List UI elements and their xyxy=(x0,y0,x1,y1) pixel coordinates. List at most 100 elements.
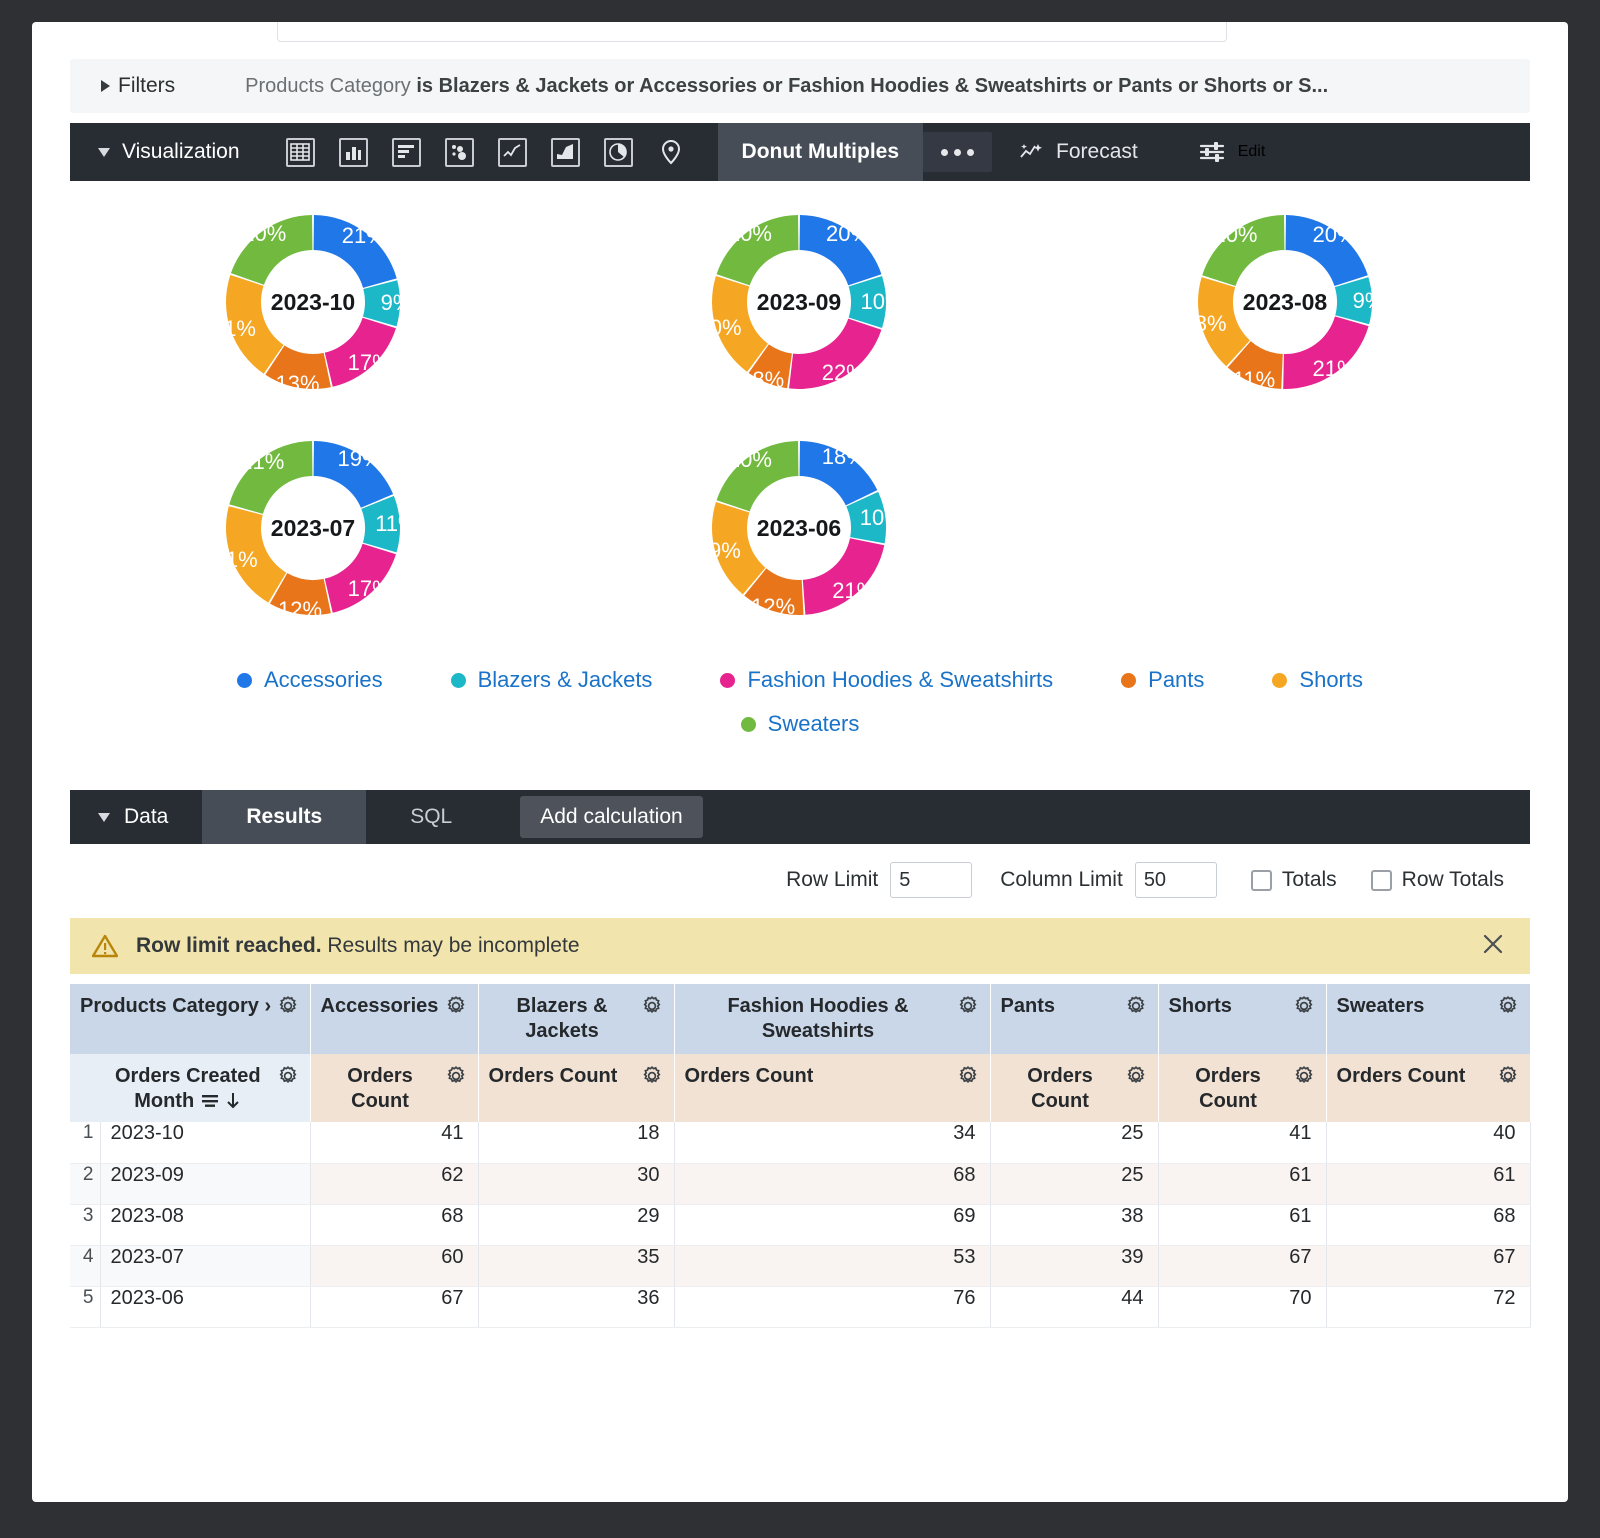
group-header-fashion-hoodies[interactable]: Fashion Hoodies & Sweatshirts xyxy=(674,984,990,1054)
measure-header-sweaters[interactable]: Orders Count xyxy=(1326,1054,1530,1122)
donut-slice-blazers-jackets[interactable] xyxy=(849,276,886,328)
dimension-measure-header[interactable]: Orders Created Month xyxy=(70,1054,310,1122)
donut-slice-fashion-hoodies-sweatshirts[interactable] xyxy=(1283,316,1368,389)
legend-item-blazers-jackets[interactable]: Blazers & Jackets xyxy=(451,667,653,693)
group-header-sweaters[interactable]: Sweaters xyxy=(1326,984,1530,1054)
map-pin-icon[interactable] xyxy=(657,138,686,167)
gear-icon[interactable] xyxy=(1292,994,1316,1025)
gear-icon[interactable] xyxy=(276,994,300,1025)
close-icon[interactable] xyxy=(1478,929,1508,964)
tab-results[interactable]: Results xyxy=(202,790,366,844)
table-row[interactable]: 22023-09623068256161 xyxy=(70,1163,1530,1204)
cell-count-0: 67 xyxy=(310,1286,478,1327)
active-visualization-type[interactable]: Donut Multiples xyxy=(718,123,923,181)
donut-slice-accessories[interactable] xyxy=(314,441,394,508)
donut-slice-sweaters[interactable] xyxy=(231,215,313,285)
edit-button[interactable]: Edit xyxy=(1198,140,1266,164)
filters-bar[interactable]: Filters Products Category is Blazers & J… xyxy=(70,59,1530,113)
more-options-icon[interactable] xyxy=(923,132,992,172)
measure-header-fashion-hoodies[interactable]: Orders Count xyxy=(674,1054,990,1122)
add-calculation-button[interactable]: Add calculation xyxy=(520,796,702,838)
measure-header-shorts[interactable]: Orders Count xyxy=(1158,1054,1326,1122)
pivot-dimension-header[interactable]: Products Category › xyxy=(70,984,310,1054)
table-row[interactable]: 32023-08682969386168 xyxy=(70,1204,1530,1245)
legend-item-fashion-hoodies-sweatshirts[interactable]: Fashion Hoodies & Sweatshirts xyxy=(720,667,1053,693)
donut-slice-sweaters[interactable] xyxy=(717,441,799,511)
donut-2023-10[interactable]: 21%9%17%13%21%20%2023-10 xyxy=(208,197,418,407)
table-icon[interactable] xyxy=(286,138,315,167)
donut-2023-08[interactable]: 20%9%21%11%18%20%2023-08 xyxy=(1180,197,1390,407)
donut-slice-sweaters[interactable] xyxy=(1202,215,1284,286)
pivot-toggle-icon[interactable] xyxy=(200,1090,226,1112)
table-row[interactable]: 42023-07603553396767 xyxy=(70,1245,1530,1286)
filters-expand-toggle[interactable] xyxy=(70,80,114,92)
totals-checkbox-group[interactable]: Totals xyxy=(1251,868,1337,892)
gear-icon[interactable] xyxy=(444,1064,468,1095)
measure-header-accessories[interactable]: Orders Count xyxy=(310,1054,478,1122)
donut-2023-07[interactable]: 19%11%17%12%21%21%2023-07 xyxy=(208,423,418,633)
group-header-blazers-jackets[interactable]: Blazers & Jackets xyxy=(478,984,674,1054)
gear-icon[interactable] xyxy=(640,994,664,1025)
donut-slice-shorts[interactable] xyxy=(226,275,284,374)
filters-label: Filters xyxy=(118,74,175,98)
pie-chart-icon[interactable] xyxy=(604,138,633,167)
tab-sql[interactable]: SQL xyxy=(366,790,496,844)
column-limit-input[interactable] xyxy=(1135,862,1217,898)
row-totals-checkbox[interactable] xyxy=(1371,870,1392,891)
gear-icon[interactable] xyxy=(276,1064,300,1095)
table-row[interactable]: 52023-06673676447072 xyxy=(70,1286,1530,1327)
gear-icon[interactable] xyxy=(1292,1064,1316,1095)
donut-2023-06[interactable]: 18%10%21%12%19%20%2023-06 xyxy=(694,423,904,633)
donut-slice-blazers-jackets[interactable] xyxy=(363,280,400,326)
edit-label: Edit xyxy=(1238,143,1266,161)
measure-header-blazers-jackets[interactable]: Orders Count xyxy=(478,1054,674,1122)
legend-item-sweaters[interactable]: Sweaters xyxy=(741,711,860,737)
table-row[interactable]: 12023-10411834254140 xyxy=(70,1122,1530,1163)
legend-item-shorts[interactable]: Shorts xyxy=(1272,667,1363,693)
donut-slice-fashion-hoodies-sweatshirts[interactable] xyxy=(325,544,396,613)
sort-descending-icon[interactable] xyxy=(225,1090,241,1112)
gear-icon[interactable] xyxy=(640,1064,664,1095)
donut-slice-sweaters[interactable] xyxy=(717,215,799,285)
gear-icon[interactable] xyxy=(444,994,468,1025)
scatter-chart-icon[interactable] xyxy=(445,138,474,167)
gear-icon[interactable] xyxy=(1496,994,1520,1025)
legend-item-accessories[interactable]: Accessories xyxy=(237,667,383,693)
donut-slice-sweaters[interactable] xyxy=(229,441,312,514)
filter-expression[interactable]: Products Category is Blazers & Jackets o… xyxy=(245,75,1328,98)
legend-row-primary: Accessories Blazers & Jackets Fashion Hood… xyxy=(70,667,1530,693)
bar-chart-icon[interactable] xyxy=(392,138,421,167)
gear-icon[interactable] xyxy=(956,1064,980,1095)
donut-slice-fashion-hoodies-sweatshirts[interactable] xyxy=(803,538,884,614)
cell-count-5: 61 xyxy=(1326,1163,1530,1204)
data-collapse-toggle[interactable] xyxy=(70,813,110,822)
totals-checkbox[interactable] xyxy=(1251,870,1272,891)
donut-slice-accessories[interactable] xyxy=(800,215,882,285)
donut-slice-accessories[interactable] xyxy=(800,441,878,505)
line-chart-icon[interactable] xyxy=(498,138,527,167)
pivot-chevron-icon[interactable]: › xyxy=(265,995,272,1017)
donut-slice-blazers-jackets[interactable] xyxy=(1335,277,1372,324)
gear-icon[interactable] xyxy=(956,994,980,1025)
measure-header-pants[interactable]: Orders Count xyxy=(990,1054,1158,1122)
gear-icon[interactable] xyxy=(1496,1064,1520,1095)
donut-slice-accessories[interactable] xyxy=(314,215,397,288)
donut-slice-accessories[interactable] xyxy=(1286,215,1368,286)
donut-slice-shorts[interactable] xyxy=(226,506,286,602)
donut-slice-fashion-hoodies-sweatshirts[interactable] xyxy=(789,319,881,389)
row-totals-checkbox-group[interactable]: Row Totals xyxy=(1371,868,1504,892)
column-chart-icon[interactable] xyxy=(339,138,368,167)
donut-slice-fashion-hoodies-sweatshirts[interactable] xyxy=(325,318,396,387)
row-limit-input[interactable] xyxy=(890,862,972,898)
gear-icon[interactable] xyxy=(1124,1064,1148,1095)
donut-2023-09[interactable]: 20%10%22%8%20%20%2023-09 xyxy=(694,197,904,407)
gear-icon[interactable] xyxy=(1124,994,1148,1025)
donut-slice-shorts[interactable] xyxy=(712,276,768,372)
group-header-shorts[interactable]: Shorts xyxy=(1158,984,1326,1054)
group-header-accessories[interactable]: Accessories xyxy=(310,984,478,1054)
group-header-pants[interactable]: Pants xyxy=(990,984,1158,1054)
area-chart-icon[interactable] xyxy=(551,138,580,167)
legend-item-pants[interactable]: Pants xyxy=(1121,667,1204,693)
forecast-button[interactable]: Forecast xyxy=(1018,140,1138,164)
visualization-collapse-toggle[interactable] xyxy=(70,148,110,157)
